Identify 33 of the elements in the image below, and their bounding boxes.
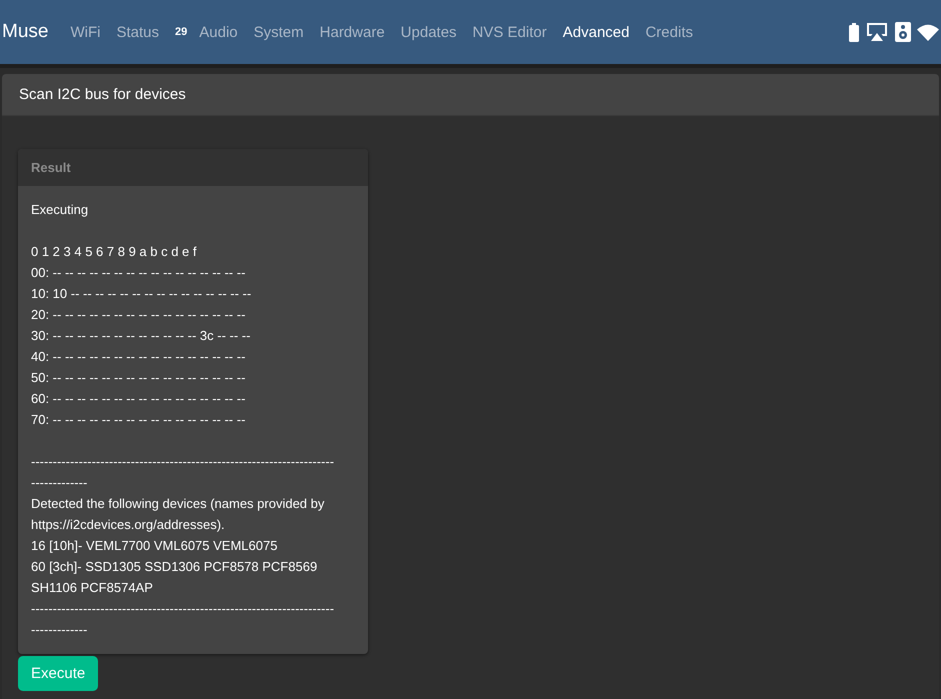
output-line: 60: -- -- -- -- -- -- -- -- -- -- -- -- -- -- -- -- xyxy=(31,390,246,408)
wifi-icon[interactable] xyxy=(917,24,939,40)
count-label: 29 xyxy=(175,26,188,38)
output-line: ----------------------------------------------------------------------------------- xyxy=(31,453,336,492)
nav-tab[interactable]: Advanced xyxy=(562,24,630,40)
nav-tab[interactable]: Hardware xyxy=(320,24,385,40)
nav-tab[interactable]: Updates xyxy=(400,24,457,40)
output-line: 16 [10h]- VEML7700 VML6075 VEML6075 xyxy=(31,537,278,555)
output-line: 30: -- -- -- -- -- -- -- -- -- -- -- -- 3c -- -- -- xyxy=(31,327,252,345)
output-line: 20: -- -- -- -- -- -- -- -- -- -- -- -- -- -- -- -- xyxy=(31,306,246,324)
output-line: 70: -- -- -- -- -- -- -- -- -- -- -- -- -- -- -- -- xyxy=(31,411,246,429)
output-line: ----------------------------------------------------------------------------------- xyxy=(31,600,336,639)
brand-name[interactable]: Muse xyxy=(2,21,48,43)
output-line: Detected the following devices (names provided by https://i2cdevices.org/addresses). xyxy=(31,495,326,534)
nav-tab[interactable]: Status xyxy=(116,24,159,40)
screen-icon[interactable] xyxy=(865,22,889,42)
output-line: 50: -- -- -- -- -- -- -- -- -- -- -- -- -- -- -- -- xyxy=(31,369,246,387)
output-line: 40: -- -- -- -- -- -- -- -- -- -- -- -- -- -- -- -- xyxy=(31,348,246,366)
nav-tab[interactable]: WiFi xyxy=(70,24,100,40)
speaker-icon[interactable] xyxy=(895,22,911,42)
output-line: Executing xyxy=(31,201,90,219)
nav-tab[interactable]: System xyxy=(254,24,304,40)
panel-title: Scan I2C bus for devices xyxy=(2,74,939,116)
output-line: 0 1 2 3 4 5 6 7 8 9 a b c d e f xyxy=(31,243,198,261)
execute-button[interactable]: Execute xyxy=(18,656,98,691)
battery-icon[interactable] xyxy=(849,22,859,42)
card-title: Result xyxy=(18,149,368,186)
nav-tab[interactable]: NVS Editor xyxy=(472,24,547,40)
output-line: 10: 10 -- -- -- -- -- -- -- -- -- -- -- -- -- -- -- xyxy=(31,285,252,303)
nav-tab[interactable]: Credits xyxy=(645,24,693,40)
output-line: 00: -- -- -- -- -- -- -- -- -- -- -- -- -- -- -- -- xyxy=(31,264,246,282)
nav-tab[interactable]: Audio xyxy=(199,24,238,40)
output-line: 60 [3ch]- SSD1305 SSD1306 PCF8578 PCF8569 SH1106 PCF8574AP xyxy=(31,558,318,597)
